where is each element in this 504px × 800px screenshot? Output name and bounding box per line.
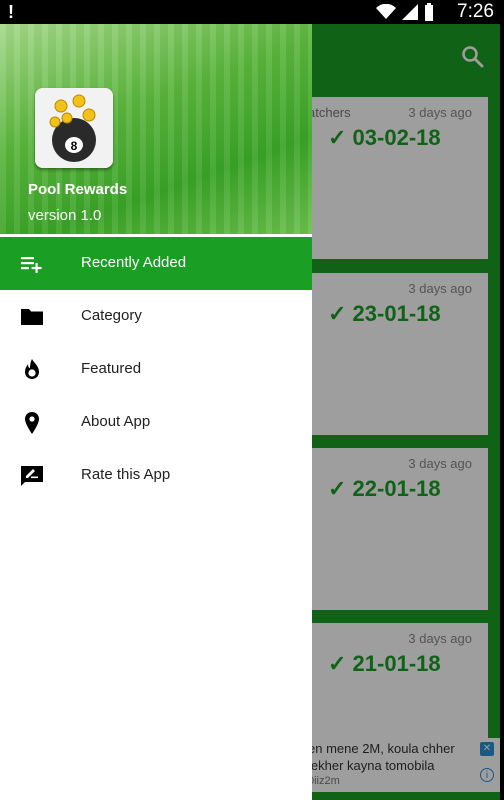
menu-item-label: Category — [81, 307, 142, 324]
status-icons — [376, 3, 434, 21]
clock: 7:26 — [457, 1, 494, 22]
signal-icon — [402, 4, 418, 20]
status-bar: ! 7:26 — [0, 0, 504, 24]
location-pin-icon — [25, 412, 39, 434]
app-name: Pool Rewards — [28, 181, 128, 198]
flame-icon — [25, 359, 39, 379]
app-window: atchers 3 days ago ✓ 03-02-18 3 days ago… — [0, 24, 500, 800]
menu-item-category[interactable]: Category — [0, 290, 312, 343]
battery-icon — [425, 3, 433, 21]
menu-item-rate-app[interactable]: Rate this App — [0, 449, 312, 502]
playlist-add-icon — [21, 257, 42, 273]
warning-icon: ! — [8, 2, 14, 22]
menu-item-featured[interactable]: Featured — [0, 343, 312, 396]
menu-item-label: Recently Added — [81, 254, 187, 271]
app-version: version 1.0 — [28, 207, 102, 224]
menu-item-about-app[interactable]: About App — [0, 396, 312, 449]
navigation-drawer: 8 Pool Rewards version 1.0 Recently Adde… — [0, 24, 312, 800]
svg-text:8: 8 — [71, 139, 78, 153]
rate-review-icon — [21, 466, 43, 486]
wifi-icon — [376, 4, 396, 19]
folder-icon — [21, 309, 43, 325]
menu-item-label: About App — [81, 413, 151, 430]
menu-item-label: Rate this App — [81, 466, 171, 483]
drawer-menu: Recently Added Category Featured About A… — [0, 237, 312, 502]
menu-item-recently-added[interactable]: Recently Added — [0, 237, 312, 290]
menu-item-label: Featured — [81, 360, 142, 377]
drawer-header: 8 Pool Rewards version 1.0 — [0, 24, 312, 234]
app-logo-icon: 8 — [35, 88, 113, 168]
